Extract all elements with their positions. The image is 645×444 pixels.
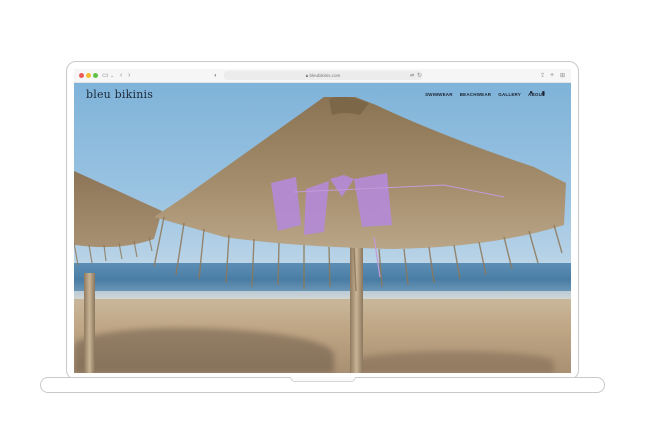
user-icon[interactable]: ● bbox=[529, 90, 533, 96]
laptop-screen: ▭ ⌄ ‹ › ◐ 🔒︎ bleubikinis.com ⇄ ↻ ⇪ + ⊞ b… bbox=[74, 69, 571, 373]
reload-icon[interactable]: ↻ bbox=[417, 71, 422, 81]
main-straw-umbrella bbox=[153, 97, 566, 292]
plus-icon[interactable]: + bbox=[550, 71, 554, 81]
nav-swimwear[interactable]: SWIMWEAR bbox=[425, 92, 453, 97]
address-bar[interactable]: 🔒︎ bleubikinis.com bbox=[224, 71, 422, 80]
tab-overview-icon[interactable]: ⊞ bbox=[560, 71, 565, 81]
umbrella-shadow-right bbox=[354, 351, 554, 373]
hero-section: bleu bikinis SWIMWEAR BEACHWEAR GALLERY … bbox=[74, 83, 571, 373]
shopping-bag-icon[interactable]: ▮ bbox=[542, 90, 545, 97]
address-url: bleubikinis.com bbox=[309, 73, 341, 78]
shield-icon[interactable]: ◐ bbox=[214, 71, 218, 81]
left-umbrella-pole bbox=[84, 273, 95, 373]
share-icon[interactable]: ⇪ bbox=[540, 71, 545, 81]
site-nav: SWIMWEAR BEACHWEAR GALLERY ABOUT bbox=[425, 92, 545, 97]
minimize-window-button[interactable] bbox=[86, 73, 91, 78]
chevron-left-icon[interactable]: ‹ bbox=[120, 71, 122, 81]
chevron-down-icon[interactable]: ⌄ bbox=[110, 71, 114, 81]
laptop-notch bbox=[290, 377, 356, 382]
nav-gallery[interactable]: GALLERY bbox=[498, 92, 521, 97]
chevron-right-icon[interactable]: › bbox=[128, 71, 130, 81]
sidebar-icon[interactable]: ▭ bbox=[102, 71, 109, 81]
nav-beachwear[interactable]: BEACHWEAR bbox=[460, 92, 492, 97]
translate-icon[interactable]: ⇄ bbox=[410, 71, 414, 81]
zoom-window-button[interactable] bbox=[93, 73, 98, 78]
site-logo[interactable]: bleu bikinis bbox=[86, 88, 153, 101]
close-window-button[interactable] bbox=[79, 73, 84, 78]
lock-icon: 🔒︎ bbox=[305, 73, 309, 78]
browser-toolbar: ▭ ⌄ ‹ › ◐ 🔒︎ bleubikinis.com ⇄ ↻ ⇪ + ⊞ bbox=[74, 69, 571, 83]
